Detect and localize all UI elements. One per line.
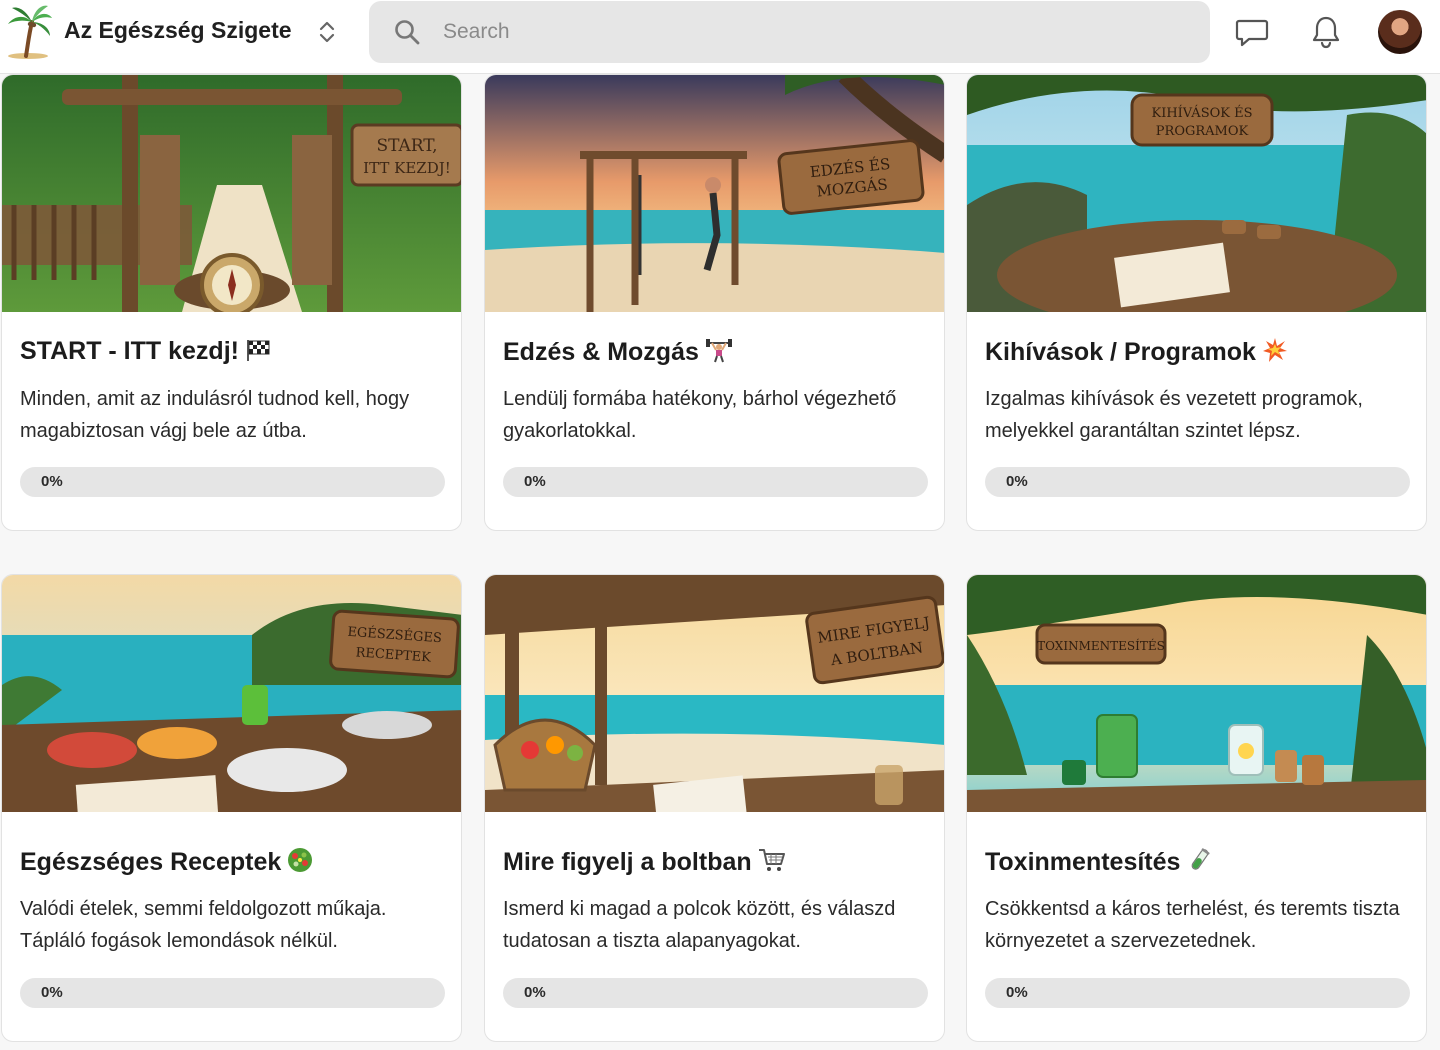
course-progress-bar: 0% — [20, 467, 445, 497]
course-progress-bar: 0% — [20, 978, 445, 1008]
checkered-flag-icon — [246, 340, 270, 361]
course-progress-bar: 0% — [985, 467, 1410, 497]
course-description: Minden, amit az indulásról tudnod kell, … — [20, 388, 410, 442]
course-progress-bar: 0% — [503, 467, 928, 497]
course-title: START - ITT kezdj! — [20, 337, 271, 366]
progress-label: 0% — [1006, 984, 1028, 1001]
course-card[interactable]: EGÉSZSÉGES RECEPTEK Egészséges Receptek … — [1, 574, 462, 1042]
cover-sign-text: PROGRAMOK — [1156, 124, 1249, 139]
cover-sign-text: KIHÍVÁSOK ÉS — [1151, 105, 1252, 121]
cover-sign-text: TOXINMENTESÍTÉS — [1037, 638, 1165, 653]
search-input[interactable] — [441, 13, 1181, 51]
shopping-cart-icon — [758, 849, 785, 871]
bell-icon[interactable] — [1308, 14, 1344, 50]
progress-label: 0% — [1006, 473, 1028, 490]
test-tube-icon — [1192, 848, 1211, 870]
course-card[interactable]: EDZÉS ÉS MOZGÁS Edzés & Mozgás Lendülj f… — [484, 74, 945, 531]
course-grid: START, ITT KEZDJ! START - ITT kezdj! Min… — [0, 74, 1440, 1050]
course-title: Mire figyelj a boltban — [503, 847, 786, 877]
progress-label: 0% — [524, 473, 546, 490]
search-bar[interactable] — [369, 1, 1210, 63]
progress-label: 0% — [41, 984, 63, 1001]
cover-sign-text: ITT KEZDJ! — [363, 159, 451, 177]
course-card[interactable]: KIHÍVÁSOK ÉS PROGRAMOK Kihívások / Progr… — [966, 74, 1427, 531]
course-title: Edzés & Mozgás — [503, 337, 733, 367]
palm-tree-logo-icon — [8, 5, 52, 59]
cover-sign-text: START, — [376, 136, 437, 156]
green-salad-icon — [288, 848, 313, 872]
progress-label: 0% — [524, 984, 546, 1001]
course-cover-image: START, ITT KEZDJ! — [2, 75, 461, 312]
course-progress-bar: 0% — [503, 978, 928, 1008]
course-title: Kihívások / Programok — [985, 337, 1288, 367]
collision-icon — [1262, 338, 1287, 362]
course-description: Izgalmas kihívások és vezetett programok… — [985, 388, 1363, 442]
course-progress-bar: 0% — [985, 978, 1410, 1008]
top-navigation-bar: Az Egészség Szigete — [0, 0, 1440, 74]
user-avatar[interactable] — [1378, 10, 1422, 54]
chat-bubble-icon[interactable] — [1234, 14, 1270, 50]
course-cover-image: EGÉSZSÉGES RECEPTEK — [2, 575, 461, 812]
course-cover-image: TOXINMENTESÍTÉS — [967, 575, 1426, 812]
course-description: Csökkentsd a káros terhelést, és teremts… — [985, 898, 1400, 952]
course-description: Ismerd ki magad a polcok között, és vála… — [503, 898, 896, 952]
course-card[interactable]: MIRE FIGYELJ A BOLTBAN Mire figyelj a bo… — [484, 574, 945, 1042]
course-title: Egészséges Receptek — [20, 847, 313, 877]
progress-label: 0% — [41, 473, 63, 490]
course-description: Lendülj formába hatékony, bárhol végezhe… — [503, 388, 897, 442]
chevron-up-down-icon[interactable] — [312, 17, 342, 47]
community-name[interactable]: Az Egészség Szigete — [64, 17, 292, 44]
course-card[interactable]: TOXINMENTESÍTÉS Toxinmentesítés Csökkent… — [966, 574, 1427, 1042]
search-icon — [395, 20, 420, 45]
weight-lifter-icon — [705, 339, 732, 363]
course-card[interactable]: START, ITT KEZDJ! START - ITT kezdj! Min… — [1, 74, 462, 531]
course-cover-image: KIHÍVÁSOK ÉS PROGRAMOK — [967, 75, 1426, 312]
course-cover-image: MIRE FIGYELJ A BOLTBAN — [485, 575, 944, 812]
course-description: Valódi ételek, semmi feldolgozott műkaja… — [20, 898, 387, 952]
course-title: Toxinmentesítés — [985, 847, 1212, 877]
course-cover-image: EDZÉS ÉS MOZGÁS — [485, 75, 944, 312]
